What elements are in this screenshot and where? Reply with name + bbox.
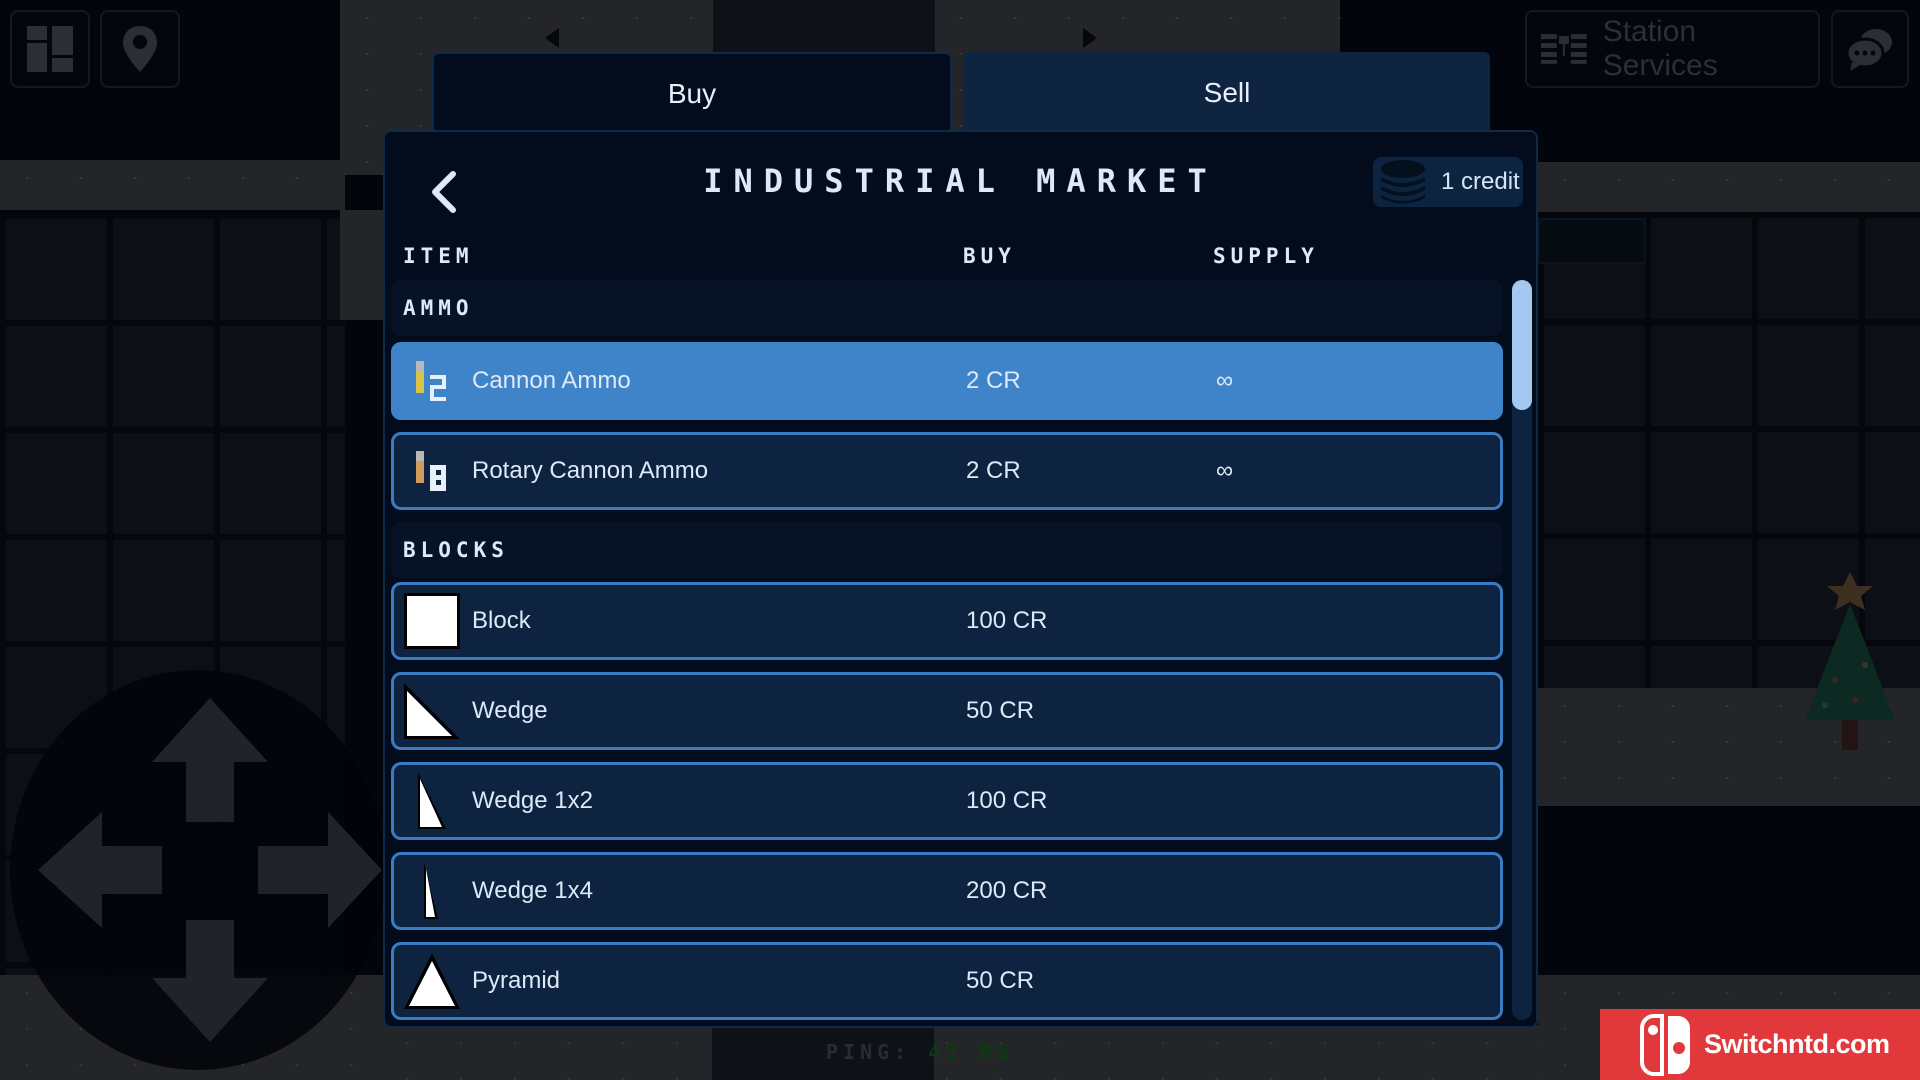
tab-sell-label: Sell — [1203, 77, 1251, 108]
layout-grid-icon — [27, 26, 73, 72]
market-panel: INDUSTRIAL MARKET 1 credit ITEM BUY SUPP… — [383, 130, 1538, 1028]
wedge-icon — [402, 681, 462, 741]
column-header-item: ITEM — [403, 244, 474, 268]
scrollbar-thumb[interactable] — [1512, 280, 1532, 410]
item-price: 2 CR — [966, 367, 1021, 394]
pyramid-icon — [402, 951, 462, 1011]
prev-arrow-icon[interactable] — [545, 28, 559, 48]
item-name: Rotary Cannon Ammo — [472, 457, 709, 484]
item-name: Wedge 1x4 — [472, 877, 593, 904]
item-price: 100 CR — [966, 607, 1048, 634]
coin-stack-icon — [1381, 160, 1425, 204]
rotary-ammo-icon — [402, 441, 462, 501]
station-services-label: Station Services — [1602, 15, 1718, 82]
layout-button[interactable] — [10, 10, 90, 88]
category-blocks: BLOCKS — [391, 522, 1503, 578]
item-name: Pyramid — [472, 967, 561, 994]
item-name: Block — [472, 607, 531, 634]
item-supply: ∞ — [1216, 457, 1234, 484]
cannon-ammo-icon — [402, 351, 462, 411]
wedge-1x2-icon — [402, 771, 462, 831]
map-button[interactable] — [100, 10, 180, 88]
list-item-wedge-1x2[interactable]: Wedge 1x2 100 CR — [391, 762, 1503, 840]
list-item-block[interactable]: Block 100 CR — [391, 582, 1503, 660]
watermark-text: Switchntd.com — [1704, 1029, 1890, 1059]
tab-sell[interactable]: Sell — [964, 52, 1490, 134]
list-item-wedge-1x4[interactable]: Wedge 1x4 200 CR — [391, 852, 1503, 930]
station-services-icon — [1541, 34, 1587, 64]
column-header-buy: BUY — [963, 244, 1016, 268]
chat-bubbles-icon — [1846, 29, 1892, 71]
item-name: Wedge 1x2 — [472, 787, 593, 814]
station-console — [1538, 218, 1646, 264]
christmas-tree-icon — [1805, 572, 1895, 750]
next-arrow-icon[interactable] — [1083, 28, 1097, 48]
block-icon — [402, 591, 462, 651]
four-way-arrows-icon — [38, 698, 382, 1042]
ping-label: PING: — [826, 1040, 912, 1064]
item-price: 50 CR — [966, 967, 1035, 994]
item-name: Wedge — [472, 697, 548, 724]
tab-buy[interactable]: Buy — [432, 52, 952, 134]
market-title: INDUSTRIAL MARKET — [703, 162, 1218, 200]
chat-button[interactable] — [1831, 10, 1909, 88]
floor-strip-left-edge — [340, 210, 385, 320]
list-item-cannon-ammo[interactable]: Cannon Ammo 2 CR ∞ — [391, 342, 1503, 420]
item-name: Cannon Ammo — [472, 367, 631, 394]
list-item-rotary-cannon-ammo[interactable]: Rotary Cannon Ammo 2 CR ∞ — [391, 432, 1503, 510]
floor-strip-left — [0, 160, 345, 210]
credits-amount: 1 credit — [1441, 168, 1520, 195]
station-services-button[interactable]: Station Services — [1525, 10, 1820, 88]
tab-buy-label: Buy — [667, 78, 717, 109]
list-item-wedge[interactable]: Wedge 50 CR — [391, 672, 1503, 750]
item-price: 200 CR — [966, 877, 1048, 904]
item-supply: ∞ — [1216, 367, 1234, 394]
item-price: 2 CR — [966, 457, 1021, 484]
item-price: 50 CR — [966, 697, 1035, 724]
column-header-supply: SUPPLY — [1213, 244, 1319, 268]
wedge-1x4-icon — [402, 861, 462, 921]
credits-badge: 1 credit — [1373, 157, 1523, 207]
item-price: 100 CR — [966, 787, 1048, 814]
ping-value: 45 MS — [928, 1040, 1014, 1064]
movement-dpad[interactable] — [10, 670, 385, 1070]
list-scrollbar[interactable] — [1512, 280, 1532, 1020]
list-item-pyramid[interactable]: Pyramid 50 CR — [391, 942, 1503, 1020]
map-pin-icon — [123, 26, 157, 72]
watermark: Switchntd.com — [1600, 1009, 1920, 1080]
switch-logo-icon — [1640, 1013, 1690, 1076]
ping-readout: PING: 45 MS — [826, 1040, 1013, 1064]
category-ammo: AMMO — [391, 280, 1503, 336]
floor-tile-top — [713, 0, 935, 52]
floor-strip-right — [1538, 162, 1920, 212]
